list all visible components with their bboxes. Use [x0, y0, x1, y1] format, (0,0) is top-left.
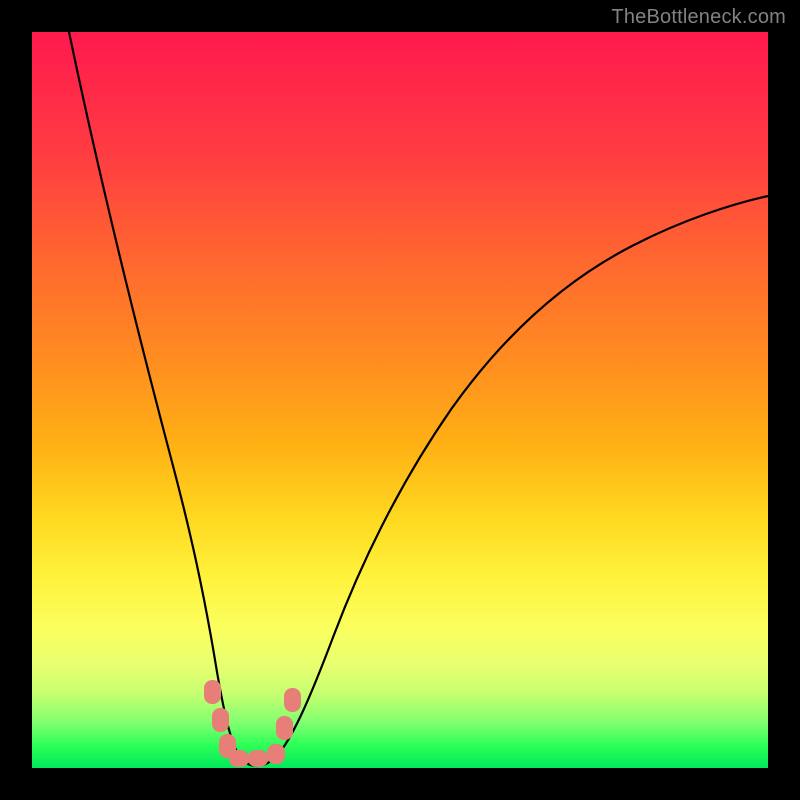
- valley-marker: [248, 750, 268, 767]
- attribution-text: TheBottleneck.com: [611, 6, 786, 29]
- valley-marker: [204, 680, 221, 704]
- bottleneck-curve-path: [69, 32, 768, 766]
- valley-marker-group: [204, 680, 301, 767]
- valley-marker: [212, 708, 229, 732]
- outer-black-frame: TheBottleneck.com: [0, 0, 800, 800]
- chart-plot-area: [32, 32, 768, 768]
- valley-marker: [229, 750, 249, 767]
- valley-marker: [284, 688, 301, 712]
- valley-marker: [276, 716, 293, 740]
- valley-marker: [267, 744, 285, 764]
- bottleneck-curve-svg: [32, 32, 768, 768]
